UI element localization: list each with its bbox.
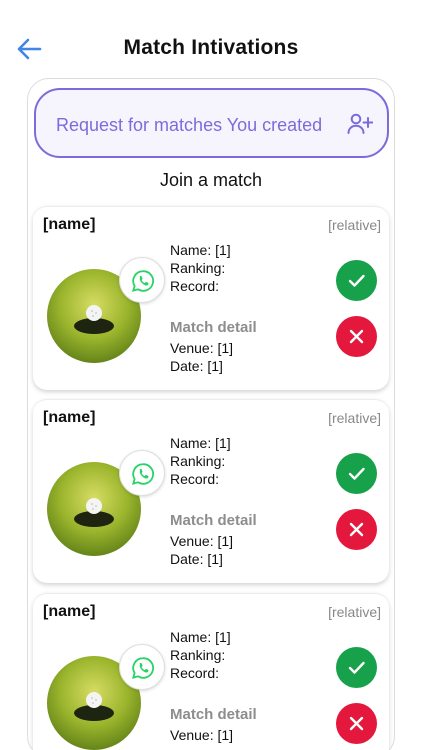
accept-button[interactable]: [336, 453, 377, 494]
whatsapp-icon: [132, 657, 154, 679]
whatsapp-button[interactable]: [119, 450, 165, 496]
check-icon: [348, 661, 365, 674]
player-ranking: Ranking:: [170, 647, 226, 663]
card-relative: [relative]: [328, 604, 381, 620]
player-ranking: Ranking:: [170, 453, 226, 469]
player-record: Record:: [170, 471, 220, 487]
match-detail-heading: Match detail: [170, 319, 257, 336]
match-card: [name] [relative] Name: [1] Ranking: Rec…: [33, 399, 389, 583]
page-title: Match Intivations: [123, 36, 299, 59]
close-icon: [349, 329, 364, 344]
card-name: [name]: [43, 216, 96, 233]
request-created-matches-button[interactable]: Request for matches You created: [34, 88, 389, 158]
reject-button[interactable]: [336, 509, 377, 550]
check-icon: [348, 274, 365, 287]
request-button-label: Request for matches You created: [56, 115, 323, 135]
player-name: Name: [1]: [170, 242, 231, 258]
invitations-panel: Request for matches You created Join a m…: [27, 78, 395, 750]
join-match-heading: Join a match: [159, 170, 263, 190]
whatsapp-button[interactable]: [119, 644, 165, 690]
player-record: Record:: [170, 665, 220, 681]
match-detail-heading: Match detail: [170, 512, 257, 529]
check-icon: [348, 467, 365, 480]
whatsapp-icon: [132, 463, 154, 485]
close-icon: [349, 522, 364, 537]
reject-button[interactable]: [336, 703, 377, 744]
whatsapp-button[interactable]: [119, 257, 165, 303]
match-date: Date: [1]: [170, 551, 223, 567]
whatsapp-icon: [132, 270, 154, 292]
card-relative: [relative]: [328, 410, 381, 426]
match-venue: Venue: [1]: [170, 727, 234, 743]
card-relative: [relative]: [328, 217, 381, 233]
player-record: Record:: [170, 278, 220, 294]
reject-button[interactable]: [336, 316, 377, 357]
match-date: Date: [1]: [170, 358, 223, 374]
player-name: Name: [1]: [170, 435, 231, 451]
match-card: [name] [relative] Name: [1] Ranking: Rec…: [33, 593, 389, 750]
accept-button[interactable]: [336, 260, 377, 301]
close-icon: [349, 716, 364, 731]
match-venue: Venue: [1]: [170, 533, 234, 549]
player-ranking: Ranking:: [170, 260, 226, 276]
card-name: [name]: [43, 409, 96, 426]
match-detail-heading: Match detail: [170, 706, 257, 723]
add-user-icon: [347, 113, 373, 134]
match-card: [name] [relative] Name: [1] Ranking: Rec…: [33, 206, 389, 390]
card-name: [name]: [43, 603, 96, 620]
match-venue: Venue: [1]: [170, 340, 234, 356]
accept-button[interactable]: [336, 647, 377, 688]
player-name: Name: [1]: [170, 629, 231, 645]
